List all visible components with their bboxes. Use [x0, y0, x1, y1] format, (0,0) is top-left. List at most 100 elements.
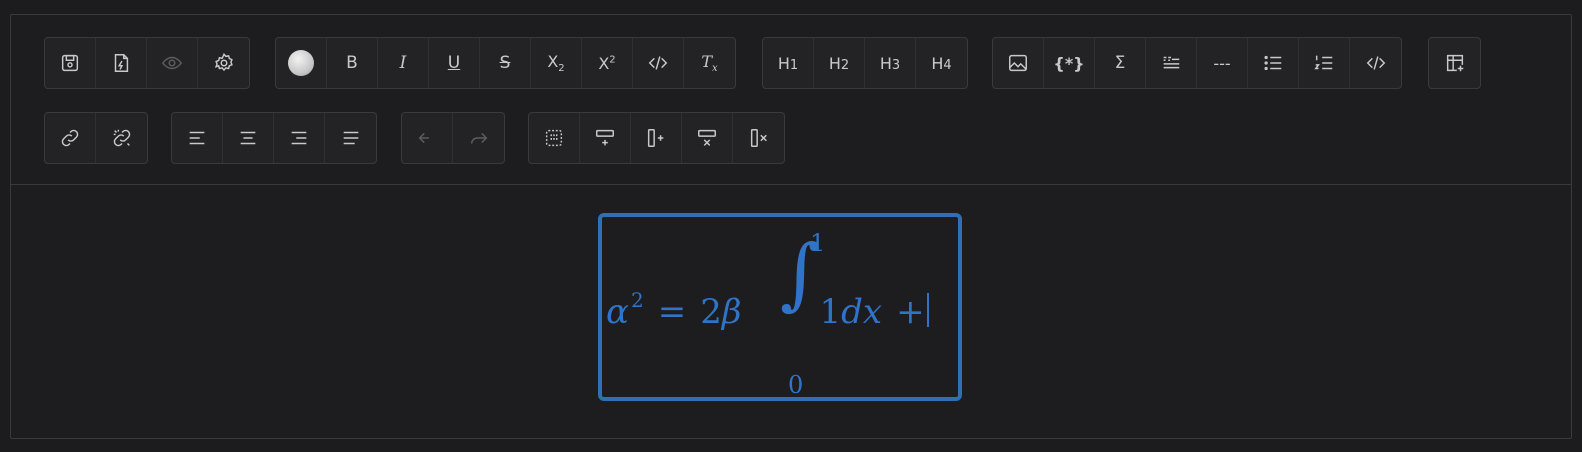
insert-link-button[interactable] — [45, 113, 96, 163]
toolbar: B I U S X2 X2 Tx H1 H2 H3 H4 {*} Σ --- — [11, 15, 1571, 185]
clear-format-label: Tx — [701, 52, 717, 74]
insert-image-button[interactable] — [993, 38, 1044, 88]
delete-row-button[interactable] — [682, 113, 733, 163]
rich-text-editor: B I U S X2 X2 Tx H1 H2 H3 H4 {*} Σ --- α… — [10, 14, 1572, 439]
math-formula-block[interactable]: α 2 = 2 β 1 d x + ∫ 1 0 — [598, 213, 962, 401]
integral-lower-limit: 0 — [788, 371, 804, 399]
table-select-icon — [545, 129, 563, 147]
formula-plus: + — [896, 292, 925, 332]
insert-math-block-button[interactable]: {*} — [1044, 38, 1095, 88]
heading-1-button[interactable]: H1 — [763, 38, 814, 88]
superscript-button[interactable]: X2 — [582, 38, 633, 88]
add-row-button[interactable] — [580, 113, 631, 163]
formula-integrand: 1 — [819, 292, 842, 332]
italic-label: I — [399, 53, 407, 73]
align-right-button[interactable] — [274, 113, 325, 163]
row-add-icon — [596, 129, 614, 146]
bullet-list-icon — [1264, 55, 1282, 71]
link-icon — [61, 129, 79, 147]
unlink-icon — [113, 129, 130, 147]
heading-2-number: 2 — [840, 57, 850, 73]
column-add-icon — [647, 129, 664, 147]
clear-format-base: T — [701, 51, 713, 71]
align-justify-button[interactable] — [325, 113, 376, 163]
save-button[interactable] — [45, 38, 96, 88]
add-column-button[interactable] — [631, 113, 682, 163]
heading-2-button[interactable]: H2 — [814, 38, 865, 88]
ordered-list-button[interactable] — [1299, 38, 1350, 88]
heading-3-button[interactable]: H3 — [865, 38, 916, 88]
align-center-icon — [240, 131, 256, 145]
select-table-button[interactable] — [529, 113, 580, 163]
export-file-button[interactable] — [96, 38, 147, 88]
subscript-button[interactable]: X2 — [531, 38, 582, 88]
heading-1-label: H1 — [778, 54, 798, 73]
subscript-label: X2 — [547, 52, 564, 74]
history-group — [401, 112, 505, 164]
align-justify-icon — [343, 131, 358, 145]
clear-format-button[interactable]: Tx — [684, 38, 735, 88]
strikethrough-label: S — [499, 53, 511, 73]
bold-label: B — [346, 53, 358, 73]
settings-button[interactable] — [198, 38, 249, 88]
link-group — [44, 112, 148, 164]
preview-button[interactable] — [147, 38, 198, 88]
column-delete-icon — [750, 129, 767, 147]
blockquote-button[interactable] — [1146, 38, 1197, 88]
integral-sign: ∫ — [780, 235, 821, 313]
subscript-base: X — [547, 51, 559, 71]
superscript-base: X — [598, 53, 610, 73]
gear-icon — [214, 52, 233, 72]
bold-button[interactable]: B — [327, 38, 378, 88]
table-edit-group — [528, 112, 785, 164]
heading-4-letter: H — [931, 53, 944, 73]
code-block-button[interactable] — [1350, 38, 1401, 88]
insert-formula-button[interactable]: Σ — [1095, 38, 1146, 88]
redo-icon — [470, 132, 487, 144]
horizontal-rule-button[interactable]: --- — [1197, 38, 1248, 88]
clear-format-mark: x — [712, 63, 718, 75]
image-icon — [1009, 54, 1027, 72]
align-left-button[interactable] — [172, 113, 223, 163]
undo-button[interactable] — [402, 113, 453, 163]
formula-beta: β — [721, 292, 742, 332]
text-color-button[interactable] — [276, 38, 327, 88]
undo-icon — [418, 132, 429, 144]
code-block-icon — [1366, 56, 1385, 70]
math-block-label: {*} — [1053, 53, 1085, 73]
remove-link-button[interactable] — [96, 113, 147, 163]
italic-button[interactable]: I — [378, 38, 429, 88]
alignment-group — [171, 112, 377, 164]
superscript-label: X2 — [598, 54, 615, 73]
subscript-mark: 2 — [558, 63, 565, 75]
save-icon — [61, 54, 79, 72]
heading-2-label: H2 — [829, 54, 849, 73]
underline-button[interactable]: U — [429, 38, 480, 88]
underline-label: U — [447, 53, 461, 73]
redo-button[interactable] — [453, 113, 504, 163]
heading-1-number: 1 — [789, 57, 799, 73]
editor-content[interactable]: α 2 = 2 β 1 d x + ∫ 1 0 — [11, 185, 1571, 437]
text-format-group: B I U S X2 X2 Tx — [275, 37, 736, 89]
formula-x: x — [862, 292, 883, 332]
heading-3-label: H3 — [880, 54, 900, 73]
heading-4-button[interactable]: H4 — [916, 38, 967, 88]
ordered-list-icon — [1314, 55, 1333, 70]
formula-equals: = — [657, 292, 687, 332]
formula-alpha: α — [606, 292, 629, 332]
heading-3-letter: H — [879, 53, 892, 73]
table-insert-group — [1428, 37, 1481, 89]
formula-exponent: 2 — [630, 288, 644, 312]
align-center-button[interactable] — [223, 113, 274, 163]
inline-code-button[interactable] — [633, 38, 684, 88]
bullet-list-button[interactable] — [1248, 38, 1299, 88]
export-file-icon — [114, 54, 129, 72]
color-swatch-icon — [288, 50, 314, 76]
delete-column-button[interactable] — [733, 113, 784, 163]
heading-group: H1 H2 H3 H4 — [762, 37, 968, 89]
strikethrough-button[interactable]: S — [480, 38, 531, 88]
heading-4-label: H4 — [931, 54, 951, 73]
align-left-icon — [189, 131, 205, 145]
heading-1-letter: H — [777, 53, 790, 73]
insert-table-button[interactable] — [1429, 38, 1480, 88]
